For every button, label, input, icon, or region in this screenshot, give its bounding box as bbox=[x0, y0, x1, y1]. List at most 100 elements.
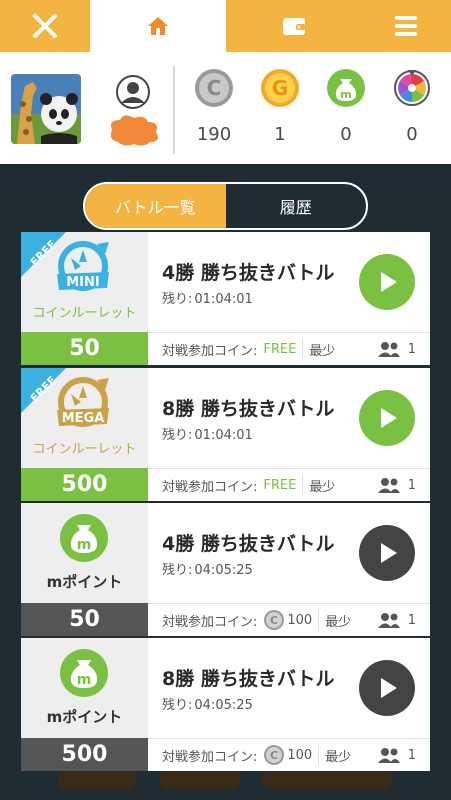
avatar[interactable] bbox=[11, 74, 81, 144]
play-button[interactable] bbox=[359, 660, 415, 716]
remaining-value: 04:05:25 bbox=[194, 698, 253, 713]
play-button[interactable] bbox=[359, 254, 415, 310]
profile-bar: C 190 G 1 m 0 0 bbox=[0, 52, 451, 164]
divider bbox=[173, 66, 175, 154]
prize-count: 500 bbox=[21, 468, 148, 501]
svg-text:m: m bbox=[340, 88, 351, 101]
users-icon bbox=[377, 748, 400, 763]
wallet-icon bbox=[282, 18, 305, 35]
tab-history[interactable]: 履歴 bbox=[226, 184, 367, 228]
m-bag-icon: m bbox=[60, 514, 108, 562]
divider bbox=[302, 475, 304, 495]
stat-value: 1 bbox=[274, 124, 286, 145]
divider bbox=[318, 610, 320, 630]
play-button[interactable] bbox=[359, 390, 415, 446]
battle-tabs: バトル一覧 履歴 bbox=[83, 182, 368, 230]
menu-button[interactable] bbox=[361, 0, 451, 52]
card-footer: 対戦参加コイン: FREE 最少 1 bbox=[148, 332, 430, 365]
min-label: 最少 bbox=[325, 614, 352, 630]
play-icon bbox=[381, 408, 397, 428]
svg-text:m: m bbox=[77, 672, 92, 688]
fee-value: C 100 bbox=[263, 744, 312, 766]
battle-card[interactable]: FREE MINI コインルーレット 50 4勝 勝ち抜きバトル 残り: 01:0… bbox=[21, 232, 430, 365]
m-bag-icon: m bbox=[327, 69, 365, 107]
animal-photo-icon bbox=[11, 74, 81, 144]
prize-label: コインルーレット bbox=[32, 306, 137, 321]
play-icon bbox=[381, 543, 397, 563]
home-tab[interactable] bbox=[90, 0, 226, 52]
players-value: 1 bbox=[407, 477, 416, 493]
bottom-decoration bbox=[262, 772, 392, 790]
remaining-value: 04:05:25 bbox=[194, 563, 253, 578]
remaining-label: 残り: bbox=[162, 563, 193, 578]
close-icon bbox=[33, 14, 57, 38]
fee-amount: 100 bbox=[287, 612, 313, 628]
stat-value: 190 bbox=[196, 124, 232, 145]
battle-title: 8勝 勝ち抜きバトル bbox=[162, 668, 335, 690]
time-remaining: 残り: 04:05:25 bbox=[162, 694, 253, 713]
user-icon bbox=[115, 74, 151, 110]
stat-wheel: 0 bbox=[382, 68, 442, 145]
top-nav bbox=[0, 0, 451, 52]
remaining-label: 残り: bbox=[162, 292, 193, 307]
tab-battle-list[interactable]: バトル一覧 bbox=[85, 184, 226, 228]
color-wheel-icon bbox=[394, 70, 430, 106]
player-count: 1 bbox=[377, 747, 416, 763]
card-footer: 対戦参加コイン: C 100 最少 1 bbox=[148, 603, 430, 636]
svg-text:G: G bbox=[272, 76, 288, 100]
fee-label: 対戦参加コイン: bbox=[162, 479, 258, 495]
bottom-decoration bbox=[160, 772, 240, 790]
battle-card[interactable]: m mポイント 500 8勝 勝ち抜きバトル 残り: 04:05:25 対戦参加コ… bbox=[21, 638, 430, 771]
svg-text:C: C bbox=[207, 76, 222, 100]
min-label: 最少 bbox=[309, 479, 336, 495]
players-value: 1 bbox=[407, 341, 416, 357]
remaining-label: 残り: bbox=[162, 428, 193, 443]
prize-count: 50 bbox=[21, 332, 148, 365]
battle-title: 8勝 勝ち抜きバトル bbox=[162, 398, 335, 420]
users-icon bbox=[377, 478, 400, 493]
close-button[interactable] bbox=[0, 0, 90, 52]
menu-icon bbox=[395, 16, 417, 36]
prize-count: 50 bbox=[21, 603, 148, 636]
home-icon bbox=[148, 17, 168, 35]
stat-coin: C 190 bbox=[184, 68, 244, 145]
coin-g-icon: G bbox=[261, 69, 299, 107]
player-count: 1 bbox=[377, 612, 416, 628]
player-count: 1 bbox=[377, 341, 416, 357]
prize-label: コインルーレット bbox=[32, 442, 137, 457]
stat-gold: G 1 bbox=[250, 68, 310, 145]
battle-card[interactable]: m mポイント 50 4勝 勝ち抜きバトル 残り: 04:05:25 対戦参加コイ… bbox=[21, 503, 430, 636]
stat-value: 0 bbox=[340, 124, 352, 145]
divider bbox=[318, 745, 320, 765]
time-remaining: 残り: 04:05:25 bbox=[162, 559, 253, 578]
bottom-decoration bbox=[58, 772, 136, 790]
prize-label: mポイント bbox=[46, 573, 123, 591]
badge-word: MINI bbox=[66, 275, 100, 290]
svg-text:C: C bbox=[270, 614, 278, 627]
time-remaining: 残り: 01:04:01 bbox=[162, 288, 253, 307]
min-label: 最少 bbox=[309, 343, 336, 359]
players-value: 1 bbox=[407, 747, 416, 763]
stat-value: 0 bbox=[406, 124, 418, 145]
card-prize: FREE MEGA コインルーレット 500 bbox=[21, 368, 148, 501]
coin-c-icon: C bbox=[264, 610, 285, 630]
play-button[interactable] bbox=[359, 525, 415, 581]
remaining-value: 01:04:01 bbox=[194, 428, 253, 443]
min-label: 最少 bbox=[325, 749, 352, 765]
player-count: 1 bbox=[377, 477, 416, 493]
fee-value: FREE bbox=[263, 341, 297, 357]
users-icon bbox=[377, 342, 400, 357]
stat-mpoint: m 0 bbox=[316, 68, 376, 145]
remaining-label: 残り: bbox=[162, 698, 193, 713]
wallet-tab[interactable] bbox=[226, 0, 361, 52]
users-icon bbox=[377, 613, 400, 628]
battle-card[interactable]: FREE MEGA コインルーレット 500 8勝 勝ち抜きバトル 残り: 01:… bbox=[21, 368, 430, 501]
divider bbox=[302, 339, 304, 359]
svg-text:C: C bbox=[270, 749, 278, 762]
badge-word: MEGA bbox=[62, 411, 105, 426]
fee-value: C 100 bbox=[263, 609, 312, 631]
prize-count: 500 bbox=[21, 738, 148, 771]
card-footer: 対戦参加コイン: FREE 最少 1 bbox=[148, 468, 430, 501]
time-remaining: 残り: 01:04:01 bbox=[162, 424, 253, 443]
svg-text:m: m bbox=[77, 537, 92, 553]
